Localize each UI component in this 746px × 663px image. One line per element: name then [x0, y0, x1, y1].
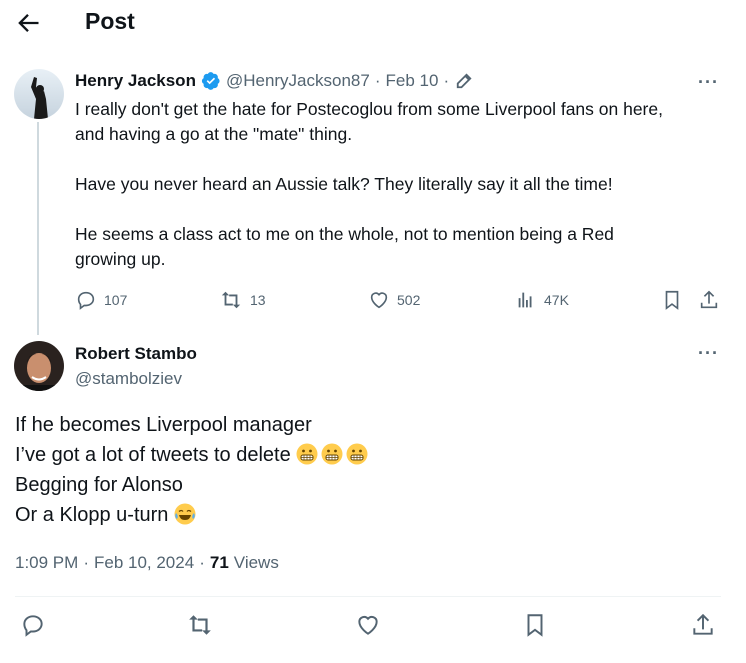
avatar-image: [14, 69, 64, 119]
tweet-line: Or a Klopp u-turn: [15, 500, 715, 530]
tweet-line: Begging for Alonso: [15, 474, 183, 496]
author-handle[interactable]: @HenryJackson87: [226, 71, 370, 91]
timestamp-row: 1:09 PM · Feb 10, 2024 · 71 Views: [15, 553, 279, 573]
divider: [15, 596, 721, 597]
speech-bubble-icon: [77, 291, 95, 310]
pencil-icon: [454, 71, 474, 91]
grimacing-face-emoji: [346, 443, 368, 465]
share-button[interactable]: [698, 289, 720, 311]
verified-badge-icon: [201, 71, 221, 91]
tweet-date[interactable]: Feb 10: [386, 71, 439, 91]
retweet-count: 13: [250, 292, 266, 308]
retweet-icon: [189, 615, 211, 635]
bar-chart-icon: [518, 292, 532, 308]
like-button[interactable]: [355, 612, 381, 638]
arrow-left-icon: [18, 14, 39, 32]
share-button[interactable]: [690, 612, 716, 638]
thread-connector: [37, 122, 39, 335]
reply-button[interactable]: 107: [75, 289, 127, 311]
post-date[interactable]: Feb 10, 2024: [94, 553, 194, 573]
tweet-line: If he becomes Liverpool manager: [15, 414, 312, 436]
views-button[interactable]: 47K: [515, 289, 569, 311]
tweet-line: I’ve got a lot of tweets to delete: [15, 440, 715, 470]
views-label: Views: [233, 553, 279, 572]
view-count: 47K: [544, 292, 569, 308]
separator-dot: ·: [443, 71, 450, 90]
upload-icon: [700, 290, 718, 309]
avatar-image: [14, 341, 64, 391]
grimacing-face-emoji: [296, 443, 318, 465]
upload-icon: [693, 613, 713, 635]
like-button[interactable]: 502: [368, 289, 420, 311]
separator-dot: ·: [374, 71, 381, 90]
reply-count: 107: [104, 292, 128, 308]
bookmark-button[interactable]: [661, 289, 683, 311]
retweet-button[interactable]: 13: [219, 289, 266, 311]
author-handle[interactable]: @stambolziev: [75, 369, 182, 389]
like-count: 502: [397, 292, 421, 308]
post-time[interactable]: 1:09 PM: [15, 553, 78, 573]
page-title: Post: [85, 8, 135, 34]
main-tweet-text: If he becomes Liverpool manager I’ve got…: [15, 410, 715, 530]
tweet-text: I really don't get the hate for Postecog…: [75, 99, 663, 269]
retweet-icon: [221, 291, 241, 309]
heart-icon: [358, 615, 378, 635]
parent-tweet-header: Henry Jackson @HenryJackson87 · Feb 10 ·: [75, 71, 474, 91]
back-button[interactable]: [14, 9, 42, 37]
heart-icon: [370, 292, 388, 309]
author-name[interactable]: Robert Stambo: [75, 344, 197, 364]
views-count: 71: [209, 553, 229, 572]
author-name[interactable]: Henry Jackson: [75, 71, 196, 91]
separator-dot: ·: [199, 553, 205, 572]
grimacing-face-emoji: [321, 443, 343, 465]
bookmark-button[interactable]: [522, 612, 548, 638]
separator-dot: ·: [83, 553, 89, 572]
reply-button[interactable]: [20, 612, 46, 638]
more-options-button[interactable]: ···: [698, 343, 719, 364]
avatar[interactable]: [14, 69, 64, 119]
retweet-button[interactable]: [186, 612, 214, 638]
tears-of-joy-emoji: [174, 503, 196, 525]
avatar[interactable]: [14, 341, 64, 391]
speech-bubble-icon: [23, 615, 43, 637]
more-options-button[interactable]: ···: [698, 72, 719, 93]
bookmark-icon: [527, 614, 543, 637]
bookmark-icon: [665, 290, 679, 310]
